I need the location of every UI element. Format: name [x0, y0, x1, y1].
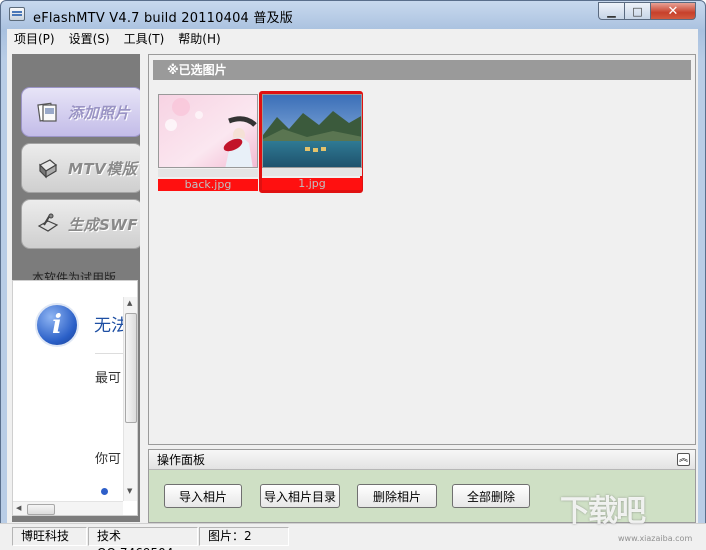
add-photo-icon — [37, 102, 57, 122]
info-divider — [95, 353, 125, 354]
maximize-icon: □ — [632, 4, 643, 18]
operation-panel-header: 操作面板 ︽ — [149, 450, 695, 470]
delete-all-button[interactable]: 全部删除 — [452, 484, 530, 508]
info-bullet-icon — [101, 488, 108, 495]
status-picture-count: 图片：2 — [199, 527, 289, 546]
picture-panel-header: ※已选图片 — [153, 60, 691, 80]
info-horizontal-scroll-thumb[interactable] — [27, 504, 55, 515]
maximize-button[interactable]: □ — [624, 2, 651, 20]
operation-panel-title: 操作面板 — [157, 453, 206, 467]
menu-tools[interactable]: 工具(T) — [117, 29, 172, 49]
scroll-up-arrow-icon[interactable]: ▲ — [127, 299, 132, 307]
info-text-1: 最可 — [95, 371, 122, 386]
watermark-url: www.xiazaiba.com — [618, 534, 693, 543]
thumb-strip-1 — [262, 168, 362, 176]
title-bar[interactable]: eFlashMTV V4.7 build 20110404 普及版 ▁ □ ✕ — [1, 1, 705, 29]
nav-add-photo-label: 添加照片 — [68, 103, 131, 122]
window-title: eFlashMTV V4.7 build 20110404 普及版 — [33, 11, 293, 26]
app-icon[interactable] — [9, 7, 25, 21]
import-photo-folder-button[interactable]: 导入相片目录 — [260, 484, 340, 508]
thumb-label-back: back.jpg — [158, 179, 258, 191]
info-text-2: 你可 — [95, 452, 122, 467]
build-swf-icon — [37, 213, 59, 232]
menu-bar: 项目(P) 设置(S) 工具(T) 帮助(H) — [7, 29, 698, 49]
picture-thumb-1[interactable]: 1.jpg — [259, 91, 363, 193]
thumb-strip-back — [158, 169, 258, 177]
scroll-left-arrow-icon[interactable]: ◀ — [16, 504, 21, 512]
info-icon: i — [35, 303, 79, 347]
info-vertical-scrollbar[interactable]: ▲ ▼ — [123, 297, 137, 501]
thumb-label-1: 1.jpg — [262, 178, 362, 190]
minimize-icon: ▁ — [607, 4, 616, 18]
nav-build-swf-label: 生成SWF — [68, 215, 139, 234]
nav-mtv-template[interactable]: MTV模版 — [21, 143, 140, 193]
nav-build-swf[interactable]: 生成SWF — [21, 199, 140, 249]
menu-settings[interactable]: 设置(S) — [62, 29, 117, 49]
picture-panel: ※已选图片 back.jpg 1.jpg — [148, 54, 696, 445]
delete-photo-button[interactable]: 删除相片 — [357, 484, 437, 508]
info-dialog: i 无法 最可 你可 ▲ ▼ ◀ — [12, 280, 138, 516]
thumb-image-back — [158, 94, 258, 168]
picture-thumb-back[interactable]: back.jpg — [157, 93, 259, 193]
import-photos-button[interactable]: 导入相片 — [164, 484, 242, 508]
status-company: 博旺科技 — [12, 527, 87, 546]
nav-mtv-template-label: MTV模版 — [68, 159, 138, 178]
nav-add-photo[interactable]: 添加照片 — [21, 87, 140, 137]
info-horizontal-scrollbar[interactable]: ◀ — [13, 501, 123, 515]
minimize-button[interactable]: ▁ — [598, 2, 625, 20]
template-icon — [38, 159, 58, 179]
collapse-up-icon[interactable]: ︽ — [677, 453, 690, 466]
close-icon: ✕ — [667, 3, 679, 19]
watermark-logo: 下载吧 — [560, 494, 646, 529]
thumb-image-1 — [262, 94, 362, 168]
scroll-down-arrow-icon[interactable]: ▼ — [127, 487, 132, 495]
info-vertical-scroll-thumb[interactable] — [125, 313, 137, 423]
status-qq: 技术QQ:7469504 — [88, 527, 198, 550]
close-button[interactable]: ✕ — [650, 2, 696, 20]
menu-help[interactable]: 帮助(H) — [171, 29, 227, 49]
menu-project[interactable]: 项目(P) — [7, 29, 62, 49]
